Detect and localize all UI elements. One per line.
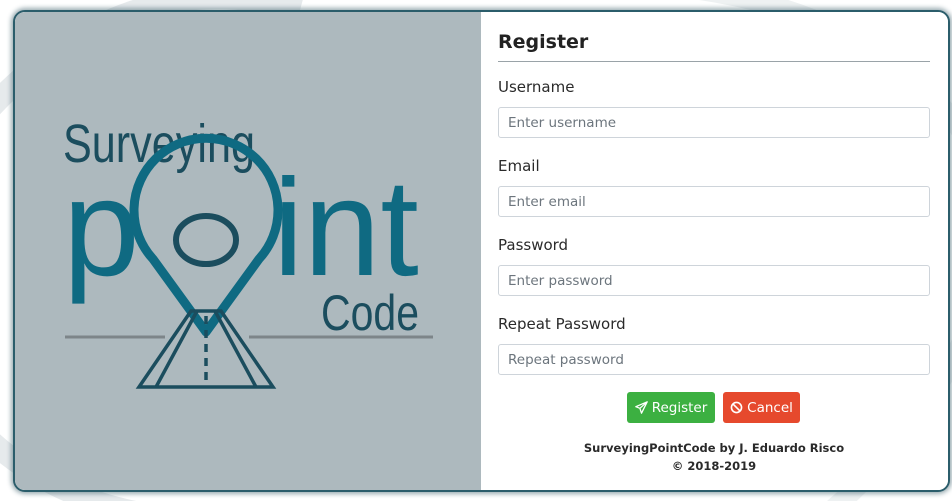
form-title: Register — [498, 31, 589, 53]
register-card: Surveying p int Code Register Username E… — [13, 10, 950, 492]
cancel-button-label: Cancel — [747, 399, 793, 416]
register-button[interactable]: Register — [627, 392, 715, 423]
surveying-point-code-logo: Surveying p int Code — [63, 115, 433, 389]
repeat-password-input[interactable] — [498, 344, 930, 375]
logo-text-p: p — [63, 151, 140, 305]
logo-text-int: int — [273, 151, 419, 305]
email-input[interactable] — [498, 186, 930, 217]
footer-copyright: © 2018-2019 — [671, 459, 757, 473]
register-form: Register Username Email Password Repeat … — [481, 12, 948, 490]
email-label: Email — [498, 157, 540, 175]
road-icon — [135, 309, 277, 389]
paper-plane-icon — [634, 401, 648, 414]
username-input[interactable] — [498, 107, 930, 138]
register-button-label: Register — [651, 399, 708, 416]
title-divider — [498, 61, 930, 62]
password-label: Password — [498, 236, 569, 254]
ban-icon — [730, 401, 743, 414]
username-label: Username — [498, 78, 575, 96]
logo-panel: Surveying p int Code — [15, 12, 481, 490]
password-input[interactable] — [498, 265, 930, 296]
footer-credit: SurveyingPointCode by J. Eduardo Risco — [583, 441, 845, 455]
cancel-button[interactable]: Cancel — [723, 392, 800, 423]
logo-text-code: Code — [321, 285, 419, 341]
repeat-password-label: Repeat Password — [498, 315, 626, 333]
